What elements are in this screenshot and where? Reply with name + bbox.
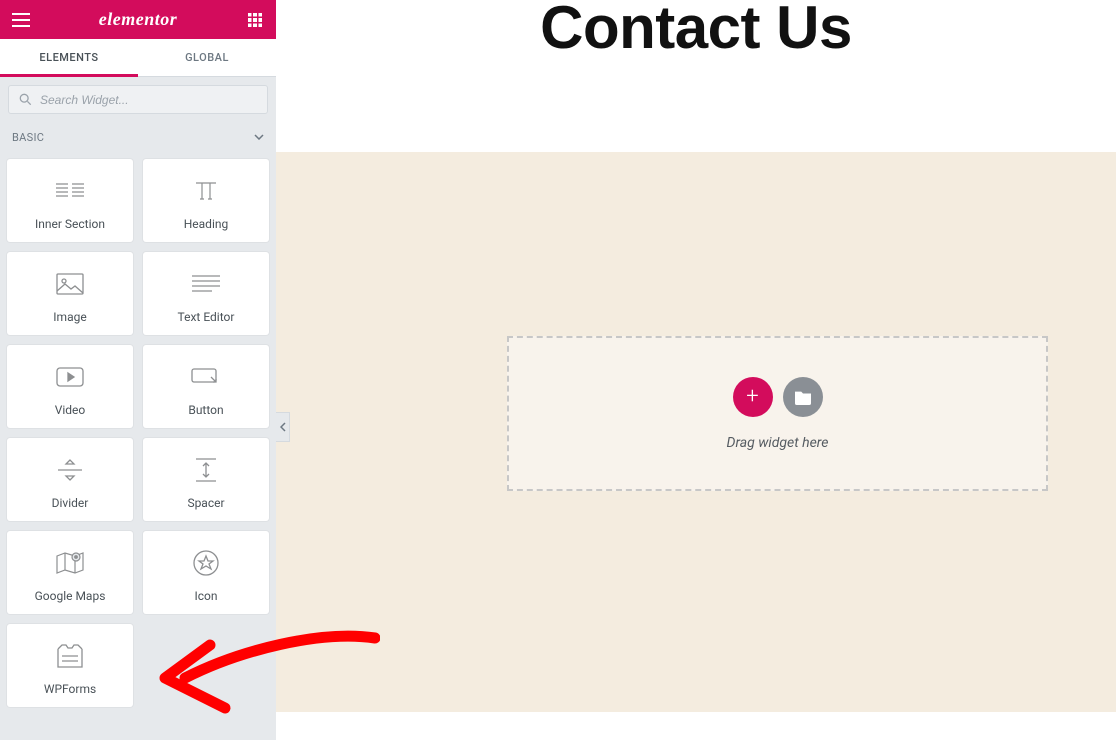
search-icon <box>19 93 32 106</box>
widget-label: Icon <box>194 589 217 603</box>
widget-label: Image <box>53 310 86 324</box>
widget-label: Google Maps <box>35 589 106 603</box>
widget-inner-section[interactable]: Inner Section <box>7 159 133 242</box>
video-icon <box>56 357 84 397</box>
widget-label: WPForms <box>44 682 96 696</box>
tab-global[interactable]: GLOBAL <box>138 39 276 76</box>
star-icon <box>193 543 219 583</box>
menu-icon[interactable] <box>10 9 32 31</box>
widget-wpforms[interactable]: WPForms <box>7 624 133 707</box>
divider-icon <box>57 450 83 490</box>
panel-header: elementor <box>0 0 276 39</box>
category-basic[interactable]: BASIC <box>0 122 276 152</box>
text-editor-icon <box>191 264 221 304</box>
widget-label: Button <box>188 403 223 417</box>
form-icon <box>57 636 83 676</box>
spacer-icon <box>195 450 217 490</box>
widget-icon[interactable]: Icon <box>143 531 269 614</box>
apps-icon[interactable] <box>244 9 266 31</box>
widget-text-editor[interactable]: Text Editor <box>143 252 269 335</box>
widget-label: Spacer <box>187 496 224 510</box>
widget-label: Divider <box>52 496 89 510</box>
panel-tabs: ELEMENTS GLOBAL <box>0 39 276 77</box>
panel-collapse-handle[interactable] <box>276 412 290 442</box>
widget-divider[interactable]: Divider <box>7 438 133 521</box>
image-icon <box>56 264 84 304</box>
widget-google-maps[interactable]: Google Maps <box>7 531 133 614</box>
add-section-button[interactable]: + <box>733 377 773 417</box>
widget-button[interactable]: Button <box>143 345 269 428</box>
search-input[interactable] <box>40 93 257 107</box>
button-icon <box>191 357 221 397</box>
plus-icon: + <box>746 386 758 408</box>
chevron-down-icon <box>254 134 264 140</box>
widget-label: Text Editor <box>178 310 235 324</box>
folder-icon <box>794 389 812 405</box>
widget-label: Inner Section <box>35 217 105 231</box>
widget-heading[interactable]: Heading <box>143 159 269 242</box>
widget-image[interactable]: Image <box>7 252 133 335</box>
columns-icon <box>55 171 85 211</box>
page-title: Contact Us <box>276 0 1116 62</box>
add-template-button[interactable] <box>783 377 823 417</box>
drop-area-buttons: + <box>733 377 823 417</box>
drop-area[interactable]: + Drag widget here <box>507 336 1048 491</box>
search-widget <box>8 85 268 114</box>
tab-elements[interactable]: ELEMENTS <box>0 39 138 76</box>
widget-label: Video <box>55 403 86 417</box>
map-icon <box>56 543 84 583</box>
section-canvas: + Drag widget here <box>276 152 1116 712</box>
widget-label: Heading <box>184 217 229 231</box>
widgets-grid: Inner Section Heading Image Text Editor <box>0 152 276 714</box>
widget-video[interactable]: Video <box>7 345 133 428</box>
chevron-left-icon <box>280 422 286 432</box>
editor-preview: Contact Us + Drag widget here <box>276 0 1116 740</box>
category-label: BASIC <box>12 131 44 144</box>
elementor-panel: elementor ELEMENTS GLOBAL BASIC <box>0 0 276 740</box>
brand-logo: elementor <box>99 9 178 30</box>
heading-icon <box>192 171 220 211</box>
drop-hint: Drag widget here <box>727 435 829 451</box>
widget-spacer[interactable]: Spacer <box>143 438 269 521</box>
